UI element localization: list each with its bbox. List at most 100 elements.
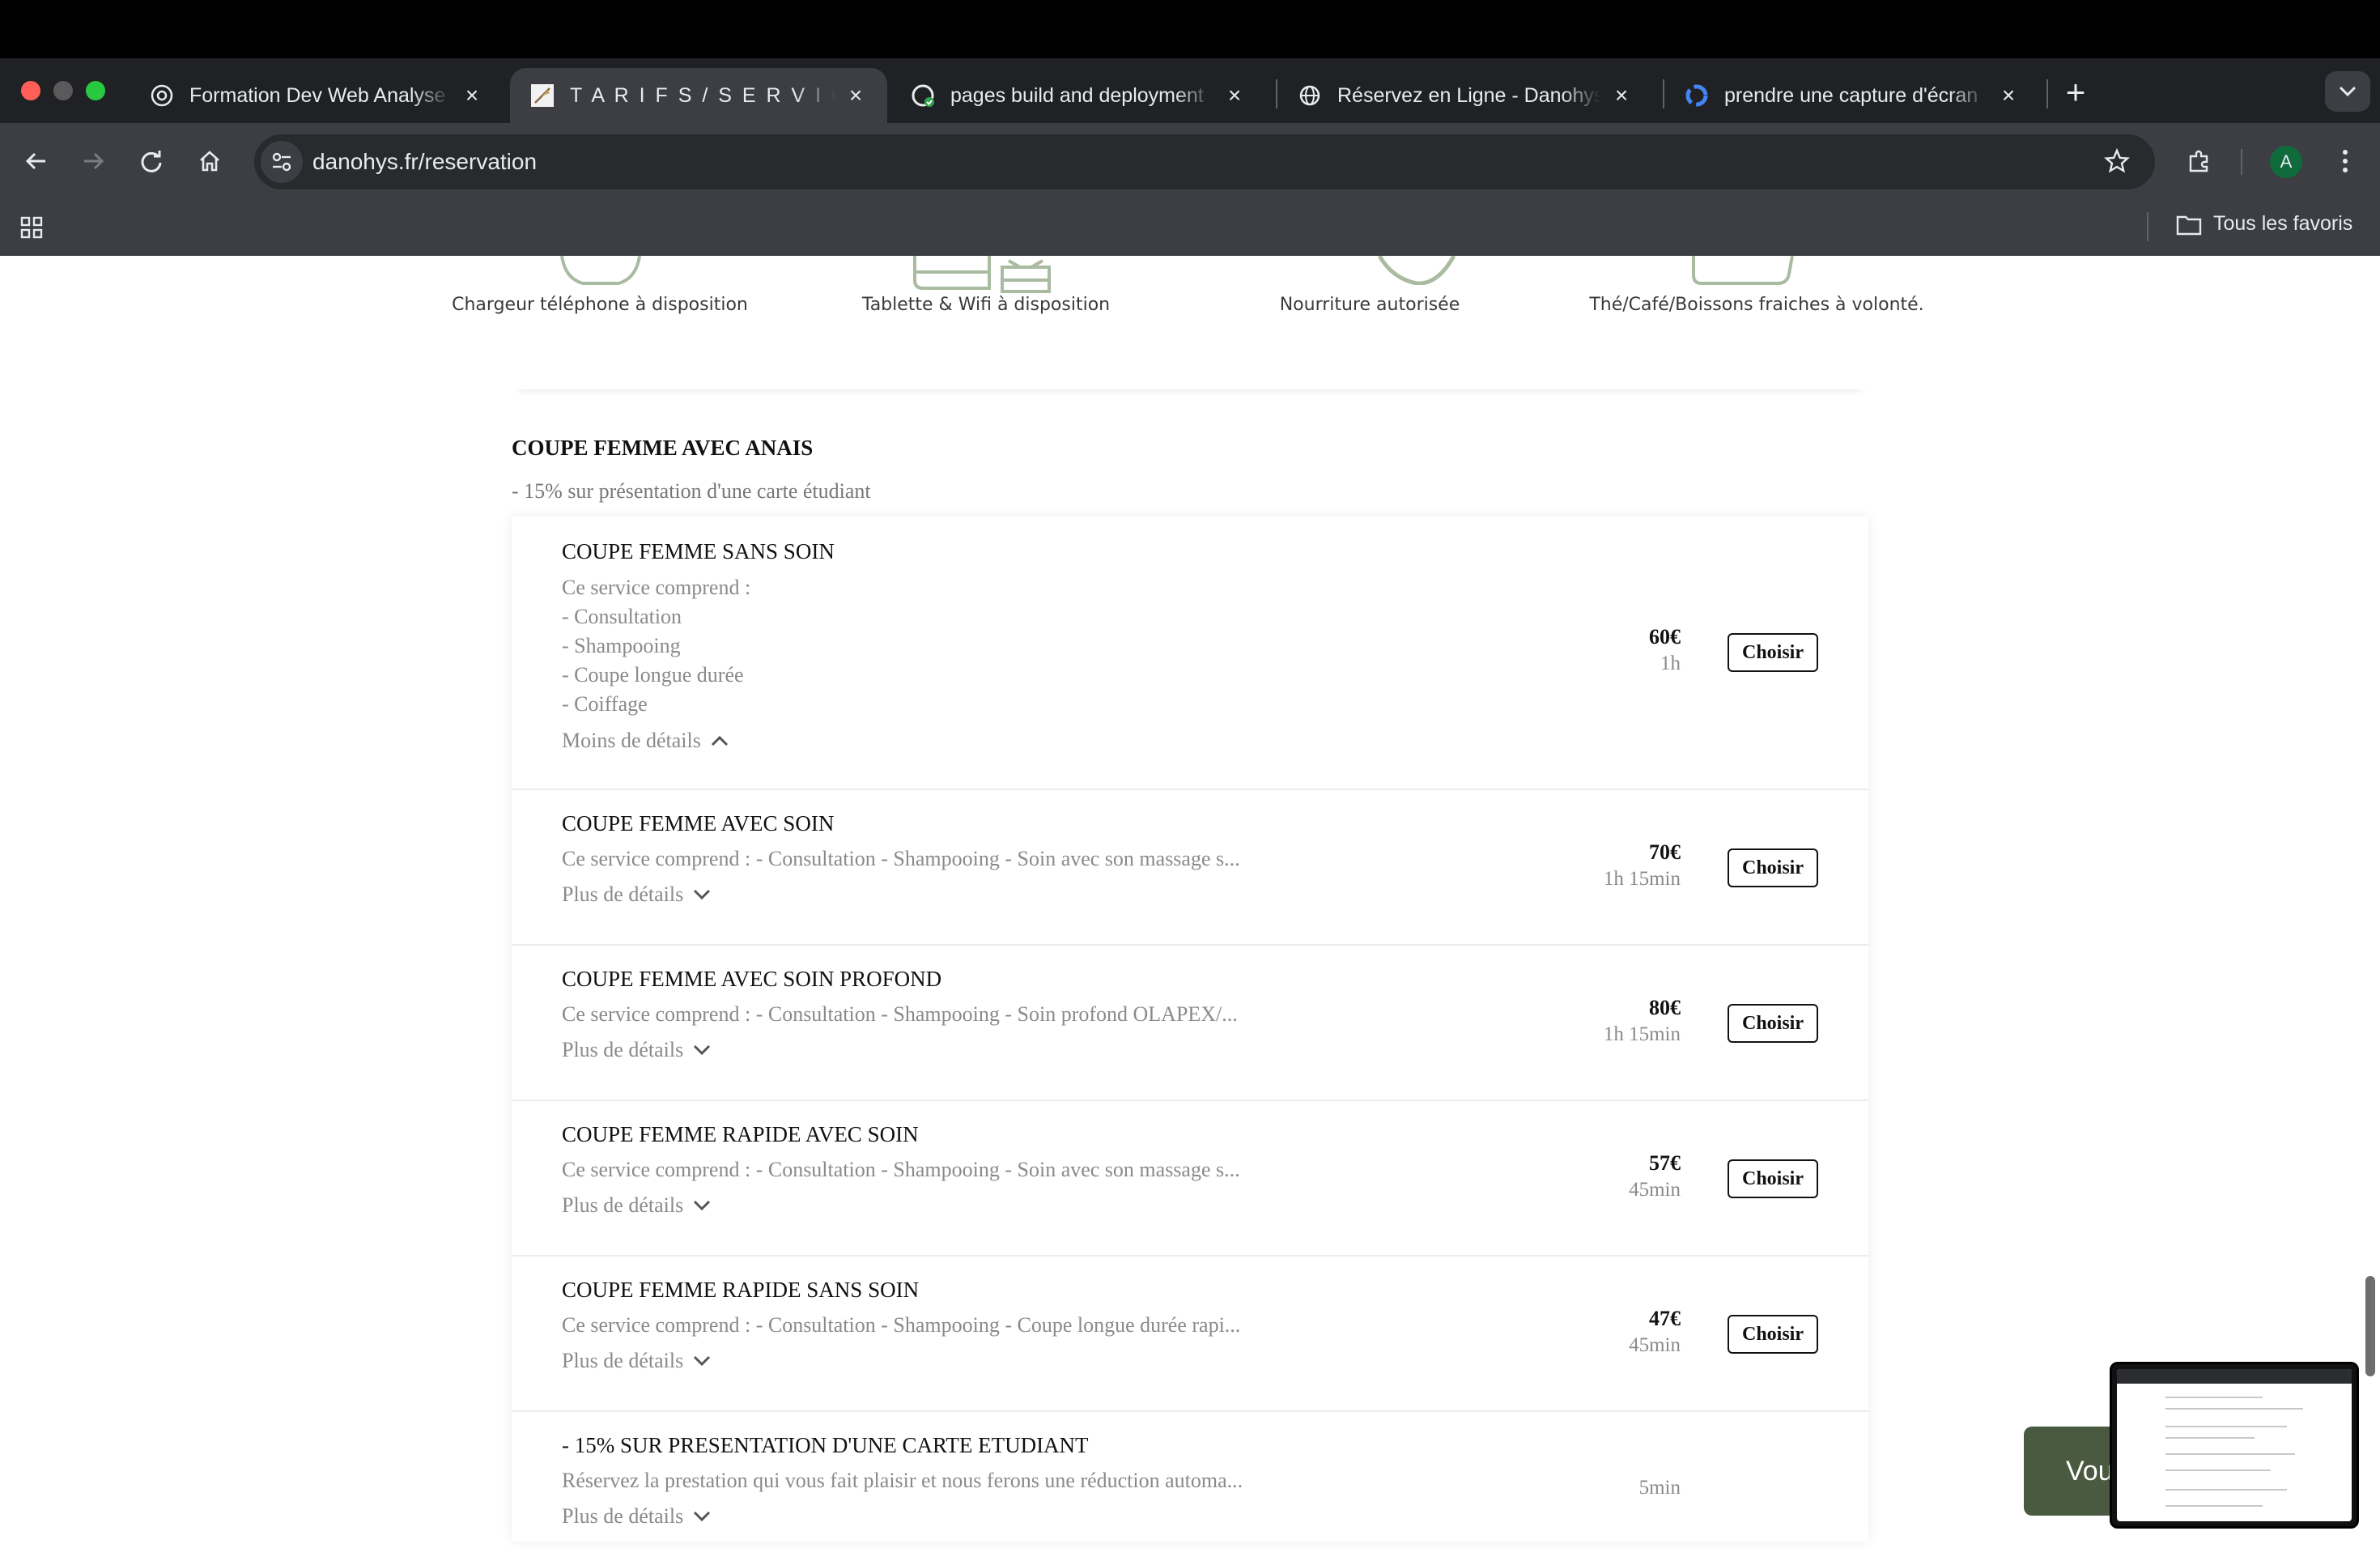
tab-tarifs-services[interactable]: T A R I F S / S E R V I C E S | D × (510, 68, 887, 123)
back-arrow-icon[interactable] (16, 141, 57, 181)
tab-separator (2046, 79, 2048, 108)
menu-kebab-icon[interactable] (2325, 141, 2365, 181)
openai-icon (149, 83, 175, 108)
service-duration: 45min (1629, 1334, 1681, 1356)
site-info-tune-icon[interactable] (261, 141, 303, 183)
url-text[interactable]: danohys.fr/reservation (312, 148, 537, 176)
service-description-line: - Shampooing (562, 634, 681, 657)
service-description-line: Ce service comprend : (562, 576, 751, 599)
service-item: COUPE FEMME RAPIDE AVEC SOIN Ce service … (512, 1101, 1868, 1257)
choose-button[interactable]: Choisir (1728, 1004, 1818, 1043)
bookmark-star-icon[interactable] (2097, 141, 2137, 181)
new-tab-plus-icon[interactable]: + (2058, 74, 2093, 110)
service-name: COUPE FEMME AVEC SOIN (562, 811, 835, 836)
toolbar-divider (2241, 149, 2242, 175)
reload-icon[interactable] (131, 141, 172, 181)
tab-formation-dev-web[interactable]: Formation Dev Web Analyse × (130, 68, 504, 123)
thumbnail-line (2165, 1505, 2263, 1507)
service-item: COUPE FEMME RAPIDE SANS SOIN Ce service … (512, 1257, 1868, 1412)
tab-reservez-en-ligne[interactable]: Réservez en Ligne - Danohys × (1277, 68, 1653, 123)
tab-close-icon[interactable]: × (1996, 83, 2021, 108)
apps-grid-icon[interactable] (11, 207, 52, 248)
window-zoom-button[interactable] (86, 81, 105, 100)
choose-button[interactable]: Choisir (1728, 848, 1818, 887)
service-duration: 45min (1629, 1179, 1681, 1201)
all-bookmarks-folder[interactable]: Tous les favoris (2176, 212, 2352, 236)
chevron-down-icon (694, 1355, 711, 1367)
tab-title: pages build and deployment · (950, 83, 1214, 107)
choose-button[interactable]: Choisir (1728, 1315, 1818, 1354)
toggle-label: Plus de détails (562, 1038, 684, 1061)
service-item: COUPE FEMME AVEC SOIN PROFOND Ce service… (512, 946, 1868, 1101)
tab-pages-build[interactable]: pages build and deployment · × (890, 68, 1266, 123)
extensions-puzzle-icon[interactable] (2179, 141, 2220, 181)
phone-charger-icon (560, 256, 641, 285)
tab-close-icon[interactable]: × (460, 83, 484, 108)
tab-close-icon[interactable]: × (1222, 83, 1247, 108)
tab-close-icon[interactable]: × (1609, 83, 1634, 108)
service-duration: 1h (1660, 653, 1681, 674)
service-price: 47€ (1649, 1307, 1681, 1330)
service-duration: 1h 15min (1603, 1023, 1681, 1045)
window-minimize-button[interactable] (53, 81, 73, 100)
tab-search-chevron-icon[interactable] (2325, 71, 2370, 112)
thumbnail-line (2165, 1437, 2255, 1439)
service-description: Ce service comprend : - Consultation - S… (562, 573, 750, 719)
toggle-label: Moins de détails (562, 729, 701, 752)
chevron-down-icon (694, 1044, 711, 1056)
github-icon (910, 83, 936, 108)
more-details-toggle[interactable]: Plus de détails (562, 1349, 711, 1373)
service-name: COUPE FEMME SANS SOIN (562, 539, 835, 563)
forward-arrow-icon[interactable] (73, 141, 113, 181)
chevron-down-icon (694, 889, 711, 900)
amenities-card-bottom (512, 368, 1868, 389)
tab-google-search[interactable]: prendre une capture d'écran × (1664, 68, 2040, 123)
more-details-toggle[interactable]: Plus de détails (562, 1504, 711, 1529)
page-scrollbar-thumb[interactable] (2365, 1276, 2375, 1376)
bookmarks-separator (2147, 212, 2148, 241)
thumbnail-line (2165, 1397, 2263, 1398)
tab-title: prendre une capture d'écran (1724, 83, 1978, 107)
toggle-label: Plus de détails (562, 882, 684, 906)
chevron-down-icon (694, 1200, 711, 1211)
toggle-label: Plus de détails (562, 1504, 684, 1528)
window-close-button[interactable] (21, 81, 40, 100)
less-details-toggle[interactable]: Moins de détails (562, 729, 729, 753)
screenshot-thumbnail-preview[interactable] (2110, 1362, 2359, 1529)
profile-avatar[interactable]: A (2270, 146, 2302, 178)
address-bar[interactable] (254, 134, 2155, 189)
amenity-label: Tablette & Wifi à disposition (861, 295, 1111, 315)
tab-title: T A R I F S / S E R V I C E S | D (570, 83, 835, 107)
thumbnail-line (2165, 1469, 2271, 1471)
bookmarks-bar (0, 199, 2380, 256)
service-price: 70€ (1649, 840, 1681, 864)
service-duration: 1h 15min (1603, 868, 1681, 890)
folder-icon (2176, 215, 2202, 235)
service-item: COUPE FEMME SANS SOIN Ce service compren… (512, 517, 1868, 790)
toggle-label: Plus de détails (562, 1349, 684, 1372)
tab-title: Réservez en Ligne - Danohys (1337, 83, 1601, 107)
food-icon (1377, 256, 1456, 285)
more-details-toggle[interactable]: Plus de détails (562, 1193, 711, 1218)
tab-close-icon[interactable]: × (844, 83, 868, 108)
thumbnail-image (2117, 1369, 2352, 1521)
service-description: Ce service comprend : - Consultation - S… (562, 847, 1240, 870)
more-details-toggle[interactable]: Plus de détails (562, 1038, 711, 1062)
all-bookmarks-label: Tous les favoris (2213, 212, 2353, 235)
more-details-toggle[interactable]: Plus de détails (562, 882, 711, 907)
service-name: COUPE FEMME RAPIDE AVEC SOIN (562, 1122, 919, 1146)
choose-button[interactable]: Choisir (1728, 1159, 1818, 1198)
tab-title: Formation Dev Web Analyse (189, 83, 446, 107)
chevron-up-icon (711, 735, 728, 746)
service-item: COUPE FEMME AVEC SOIN Ce service compren… (512, 790, 1868, 946)
thumbnail-browser-bar (2117, 1369, 2352, 1384)
chevron-down-icon (694, 1511, 711, 1522)
service-price: 60€ (1649, 625, 1681, 649)
section-subtitle: - 15% sur présentation d'une carte étudi… (512, 479, 871, 503)
service-duration: 5min (1638, 1477, 1681, 1499)
choose-button[interactable]: Choisir (1728, 633, 1818, 672)
service-name: COUPE FEMME AVEC SOIN PROFOND (562, 967, 942, 991)
system-top-bar (0, 0, 2380, 58)
tablet-wifi-icon (913, 256, 1051, 293)
home-icon[interactable] (189, 141, 230, 181)
